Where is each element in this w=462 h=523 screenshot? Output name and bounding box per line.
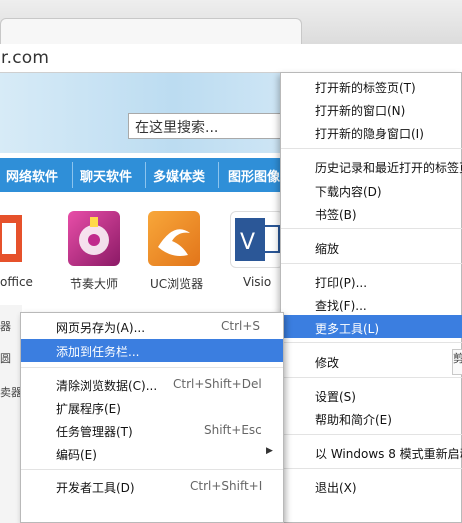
page-left-text: 卖器	[0, 386, 22, 399]
shortcut-developer-tools: Ctrl+Shift+I	[190, 479, 263, 493]
edit-cut-button[interactable]: 剪	[452, 349, 462, 375]
menu-separator	[281, 468, 462, 469]
submenu-item-extensions[interactable]: 扩展程序(E)	[56, 400, 121, 417]
page-left-text: 圆	[0, 352, 11, 365]
uc-browser-app-icon[interactable]	[148, 211, 200, 266]
svg-text:V: V	[240, 230, 255, 255]
submenu-item-add-to-taskbar[interactable]: 添加到任务栏...	[56, 343, 139, 360]
nav-item-chat-software[interactable]: 聊天软件	[80, 166, 132, 185]
rhythm-master-app-icon[interactable]	[68, 211, 120, 266]
nav-divider	[72, 162, 73, 188]
menu-item-new-incognito-window[interactable]: 打开新的隐身窗口(I)	[315, 125, 424, 142]
menu-separator	[281, 377, 462, 378]
nav-item-graphics[interactable]: 图形图像	[228, 166, 280, 185]
site-search-input[interactable]: 在这里搜索...	[128, 113, 298, 139]
menu-item-history[interactable]: 历史记录和最近打开的标签页	[315, 159, 462, 176]
nav-item-network-software[interactable]: 网络软件	[6, 166, 58, 185]
office-app-icon[interactable]	[0, 211, 34, 266]
nav-divider	[218, 162, 219, 188]
menu-item-downloads[interactable]: 下载内容(D)	[315, 183, 382, 200]
menu-separator	[21, 367, 283, 368]
menu-item-find[interactable]: 查找(F)...	[315, 297, 367, 314]
submenu-item-encoding[interactable]: 编码(E)	[56, 446, 97, 463]
menu-separator	[281, 342, 462, 343]
menu-item-more-tools[interactable]: 更多工具(L)	[315, 320, 379, 337]
submenu-item-task-manager[interactable]: 任务管理器(T)	[56, 423, 133, 440]
shortcut-task-manager: Shift+Esc	[204, 423, 262, 437]
edit-cut-label: 剪	[453, 352, 462, 365]
menu-item-print[interactable]: 打印(P)...	[315, 274, 367, 291]
shortcut-save-page-as: Ctrl+S	[221, 319, 261, 333]
app-label-visio: Visio	[243, 275, 272, 289]
nav-item-multimedia[interactable]: 多媒体类	[153, 166, 205, 185]
nav-divider	[145, 162, 146, 188]
visio-app-icon[interactable]: V	[230, 211, 284, 268]
menu-item-edit: 修改	[315, 356, 340, 370]
submenu-item-developer-tools[interactable]: 开发者工具(D)	[56, 479, 135, 496]
menu-item-settings[interactable]: 设置(S)	[315, 388, 356, 405]
active-tab[interactable]	[0, 18, 302, 46]
submenu-item-clear-browsing-data[interactable]: 清除浏览数据(C)...	[56, 377, 157, 394]
menu-item-exit[interactable]: 退出(X)	[315, 479, 357, 496]
address-bar[interactable]	[0, 44, 462, 73]
menu-item-help[interactable]: 帮助和简介(E)	[315, 411, 392, 428]
menu-separator	[21, 469, 283, 470]
menu-item-zoom: 缩放	[315, 242, 340, 256]
menu-item-new-tab[interactable]: 打开新的标签页(T)	[315, 79, 416, 96]
page-left-strip	[0, 305, 22, 523]
submenu-arrow-icon: ▶	[266, 446, 273, 456]
menu-separator	[281, 148, 462, 149]
menu-item-bookmarks[interactable]: 书签(B)	[315, 206, 357, 223]
page-left-text: 器	[0, 320, 11, 333]
app-label-rhythm-master: 节奏大师	[70, 277, 119, 291]
address-bar-text: r.com	[1, 48, 50, 68]
submenu-item-save-page-as[interactable]: 网页另存为(A)...	[56, 319, 145, 336]
menu-item-restart-windows8[interactable]: 以 Windows 8 模式重新启动	[315, 445, 462, 462]
menu-separator	[281, 228, 462, 229]
menu-separator	[281, 263, 462, 264]
menu-separator	[281, 434, 462, 435]
menu-item-new-window[interactable]: 打开新的窗口(N)	[315, 102, 405, 119]
app-label-office: office	[0, 275, 33, 289]
app-label-uc-browser: UC浏览器	[150, 277, 204, 291]
shortcut-clear-browsing-data: Ctrl+Shift+Del	[173, 377, 262, 391]
